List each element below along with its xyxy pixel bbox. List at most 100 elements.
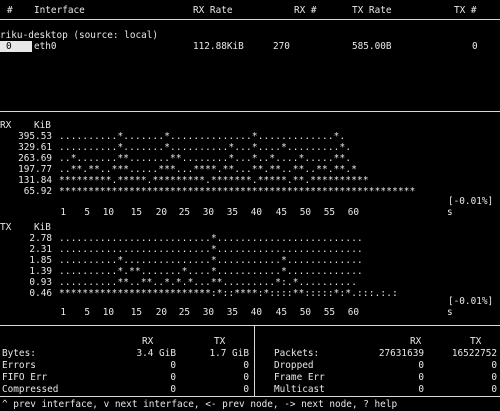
stats-right-rx: 0 <box>418 372 424 383</box>
tx-graph-value: 2.31 <box>29 244 52 255</box>
col-tx-rate: TX Rate <box>352 5 392 16</box>
tx-graph-tick: 20 <box>155 307 167 318</box>
stats-left-col-tx: TX <box>214 336 226 347</box>
stats-right-label: Packets: <box>274 348 320 359</box>
tx-graph-bars: ..........................*.............… <box>59 244 363 255</box>
graph-divider <box>0 111 500 112</box>
tx-graph-tick: 25 <box>178 307 190 318</box>
col-tx-count: TX # <box>454 5 477 16</box>
tx-graph-label: TX <box>0 222 12 233</box>
tx-graph-tick: 1 <box>60 307 66 318</box>
rx-graph-tick: 60 <box>347 207 359 218</box>
tx-graph-value: 1.85 <box>29 255 52 266</box>
stats-left-tx: 1.7 GiB <box>209 348 249 359</box>
stats-right-col-rx: RX <box>410 336 422 347</box>
tx-graph-bars: ..........................*.............… <box>59 233 363 244</box>
tx-graph-bars: ..........*...............*...........*.… <box>59 255 363 266</box>
stats-left-label: Bytes: <box>2 348 36 359</box>
tx-graph-tick: 50 <box>299 307 311 318</box>
tx-graph-tick: 35 <box>226 307 238 318</box>
tx-graph-unit: KiB <box>34 222 51 233</box>
tx-graph-tick: 60 <box>347 307 359 318</box>
tx-graph-pct: [-0.01%] <box>448 296 494 307</box>
rx-graph-tick: 1 <box>60 207 66 218</box>
stats-right-tx: 16522752 <box>451 348 497 359</box>
stats-right-tx: 0 <box>491 360 497 371</box>
rx-graph-tick: 50 <box>299 207 311 218</box>
tx-graph-tick: 10 <box>102 307 114 318</box>
tx-graph-bars: ..........**..**..*.*.*...**.........*:.… <box>59 277 358 288</box>
rx-graph-value: 65.92 <box>23 186 52 197</box>
rx-graph-tick: 5 <box>84 207 90 218</box>
tx-graph-tick: 15 <box>130 307 142 318</box>
tx-graph-tick: 55 <box>323 307 335 318</box>
header-divider <box>0 19 500 20</box>
rx-graph-bars: ..**.**..***.....***...****.**...**.**..… <box>59 164 358 175</box>
stats-left-label: Errors <box>2 360 36 371</box>
stats-left-label: FIFO Err <box>2 372 48 383</box>
col-hash: # <box>7 5 13 16</box>
rx-graph-tick: 30 <box>202 207 214 218</box>
stats-right-label: Dropped <box>274 360 314 371</box>
stats-left-tx: 0 <box>243 372 249 383</box>
rx-graph-bars: ..*.......**.......**........*...*..*...… <box>59 153 352 164</box>
rx-graph-pct: [-0.01%] <box>448 196 494 207</box>
rx-graph-bars: ****************************************… <box>59 186 416 197</box>
stats-left-rx: 0 <box>170 384 176 395</box>
tx-graph-value: 1.39 <box>29 266 52 277</box>
rx-graph-tick: 25 <box>178 207 190 218</box>
rx-graph-value: 395.53 <box>18 131 52 142</box>
tx-graph-tick: 40 <box>250 307 262 318</box>
help-divider <box>0 396 500 397</box>
help-bar: ^ prev interface, v next interface, <- p… <box>2 399 398 410</box>
rx-graph-tick: 40 <box>250 207 262 218</box>
col-rx-rate: RX Rate <box>193 5 233 16</box>
rx-graph-tick: 45 <box>275 207 287 218</box>
tx-graph-tick: 30 <box>202 307 214 318</box>
rx-graph-value: 197.77 <box>18 164 52 175</box>
rx-graph-tick: 35 <box>226 207 238 218</box>
stats-left-tx: 0 <box>243 360 249 371</box>
stats-right-label: Multicast <box>274 384 325 395</box>
stats-right-tx: 0 <box>491 372 497 383</box>
stats-left-rx: 0 <box>170 372 176 383</box>
tx-graph-tick: 5 <box>84 307 90 318</box>
rx-graph-value: 263.69 <box>18 153 52 164</box>
rx-graph-tick: 15 <box>130 207 142 218</box>
stats-separator <box>254 326 255 396</box>
stats-right-rx: 0 <box>418 384 424 395</box>
rx-graph-value: 131.84 <box>18 175 52 186</box>
stats-left-rx: 0 <box>170 360 176 371</box>
tx-graph-axis-unit: s <box>447 307 453 318</box>
rx-graph-bars: *********.*****.*********.*******.*****.… <box>59 175 369 186</box>
stats-right-rx: 0 <box>418 360 424 371</box>
interface-row[interactable]: 0 eth0 112.88KiB 270 585.00B 0 <box>0 41 500 52</box>
stats-divider <box>0 325 500 326</box>
node-title: riku-desktop (source: local) <box>0 30 159 41</box>
stats-right-label: Frame Err <box>274 372 325 383</box>
stats-left-label: Compressed <box>2 384 59 395</box>
stats-left-rx: 3.4 GiB <box>136 348 176 359</box>
interface-tx-rate: 585.00B <box>352 41 392 52</box>
interface-rx-count: 270 <box>273 41 290 52</box>
rx-graph-tick: 10 <box>102 207 114 218</box>
interface-name[interactable]: eth0 <box>34 41 57 52</box>
stats-left-tx: 0 <box>243 384 249 395</box>
tx-graph-tick: 45 <box>275 307 287 318</box>
col-interface: Interface <box>34 5 85 16</box>
interface-tx-count: 0 <box>472 41 478 52</box>
rx-graph-label: RX <box>0 120 12 131</box>
tx-graph-bars: ..........*.**.......*....*...........*.… <box>59 266 363 277</box>
rx-graph-bars: ..........*.......*..............*......… <box>59 131 346 142</box>
stats-right-rx: 27631639 <box>378 348 424 359</box>
rx-graph-tick: 55 <box>323 207 335 218</box>
rx-graph-axis-unit: s <box>447 207 453 218</box>
interface-rx-rate: 112.88KiB <box>193 41 244 52</box>
tx-graph-value: 0.93 <box>29 277 52 288</box>
stats-right-col-tx: TX <box>470 336 482 347</box>
rx-graph-tick: 20 <box>155 207 167 218</box>
rx-graph-unit: KiB <box>34 120 51 131</box>
interface-index[interactable]: 0 <box>0 41 32 52</box>
tx-graph-value: 2.78 <box>29 233 52 244</box>
tx-graph-value: 0.46 <box>29 288 52 299</box>
